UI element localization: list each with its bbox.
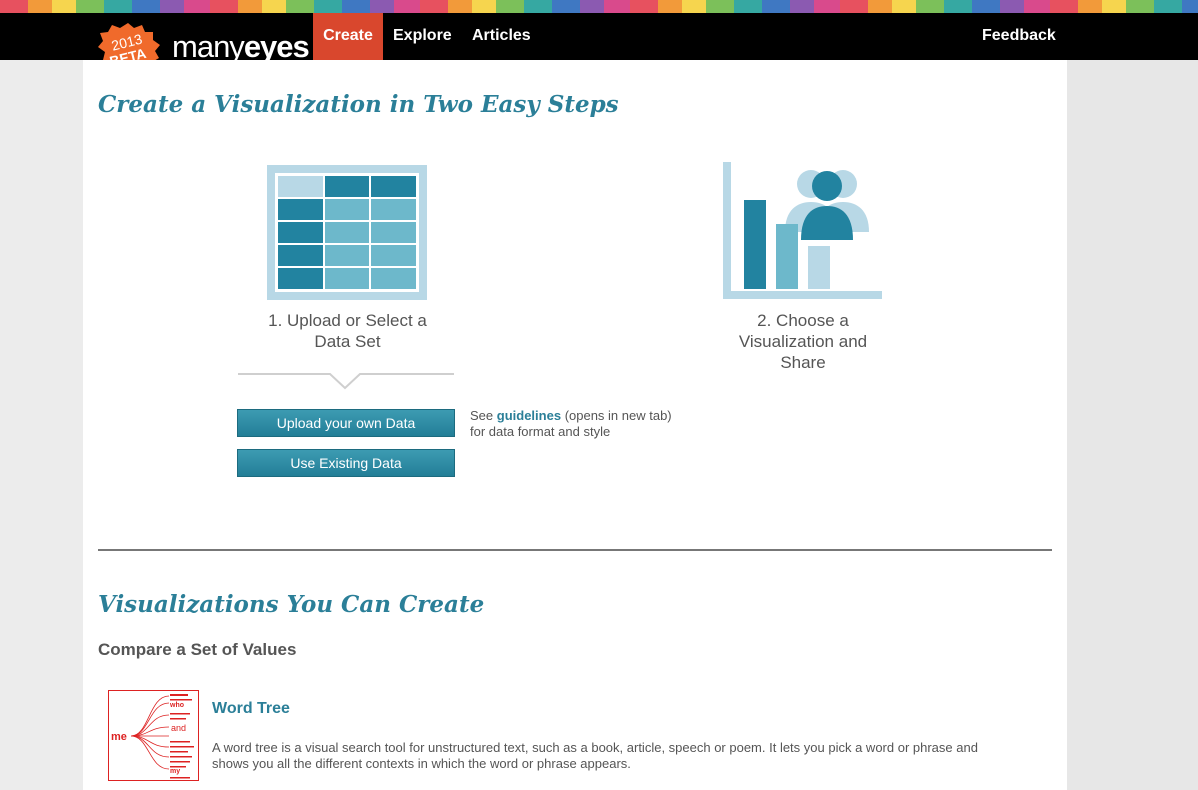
right-page-gutter <box>1067 60 1198 790</box>
upload-own-data-button[interactable]: Upload your own Data <box>237 409 455 437</box>
nav-feedback[interactable]: Feedback <box>982 13 1056 60</box>
guidelines-link[interactable]: guidelines <box>497 408 561 423</box>
brand-bold: eyes <box>243 29 310 64</box>
guidelines-note: See guidelines (opens in new tab) for da… <box>470 408 730 440</box>
step-1-pointer-icon <box>238 373 454 390</box>
step-2-label: 2. Choose a Visualization and Share <box>738 311 868 372</box>
nav-articles[interactable]: Articles <box>472 13 531 60</box>
nav-create[interactable]: Create <box>313 13 383 68</box>
word-tree-thumbnail-icon[interactable]: me who and my <box>108 690 199 781</box>
guidelines-line-2: for data format and style <box>470 424 611 439</box>
visualization-share-icon <box>723 162 882 299</box>
nav-explore[interactable]: Explore <box>393 13 452 60</box>
data-table-icon <box>267 165 427 300</box>
thumb-root-word: me <box>111 731 127 743</box>
section-divider <box>98 549 1052 551</box>
word-tree-description: A word tree is a visual search tool for … <box>212 740 978 771</box>
guidelines-prefix: See <box>470 408 494 423</box>
brand-light: many <box>172 29 245 64</box>
thumb-branch-1: who <box>169 702 184 709</box>
manyeyes-logo[interactable]: manyeyes <box>172 29 310 64</box>
main-content: Create a Visualization in Two Easy Steps… <box>83 60 1067 790</box>
compare-values-heading: Compare a Set of Values <box>98 640 297 659</box>
main-title: Create a Visualization in Two Easy Steps <box>98 91 619 118</box>
use-existing-data-button[interactable]: Use Existing Data <box>237 449 455 477</box>
section-title: Visualizations You Can Create <box>98 591 485 618</box>
guidelines-suffix: (opens in new tab) <box>564 408 672 423</box>
thumb-branch-3: my <box>170 768 180 775</box>
step-1-label: 1. Upload or Select a Data Set <box>268 311 427 351</box>
word-tree-link[interactable]: Word Tree <box>212 700 290 718</box>
thumb-branch-2: and <box>171 723 186 733</box>
